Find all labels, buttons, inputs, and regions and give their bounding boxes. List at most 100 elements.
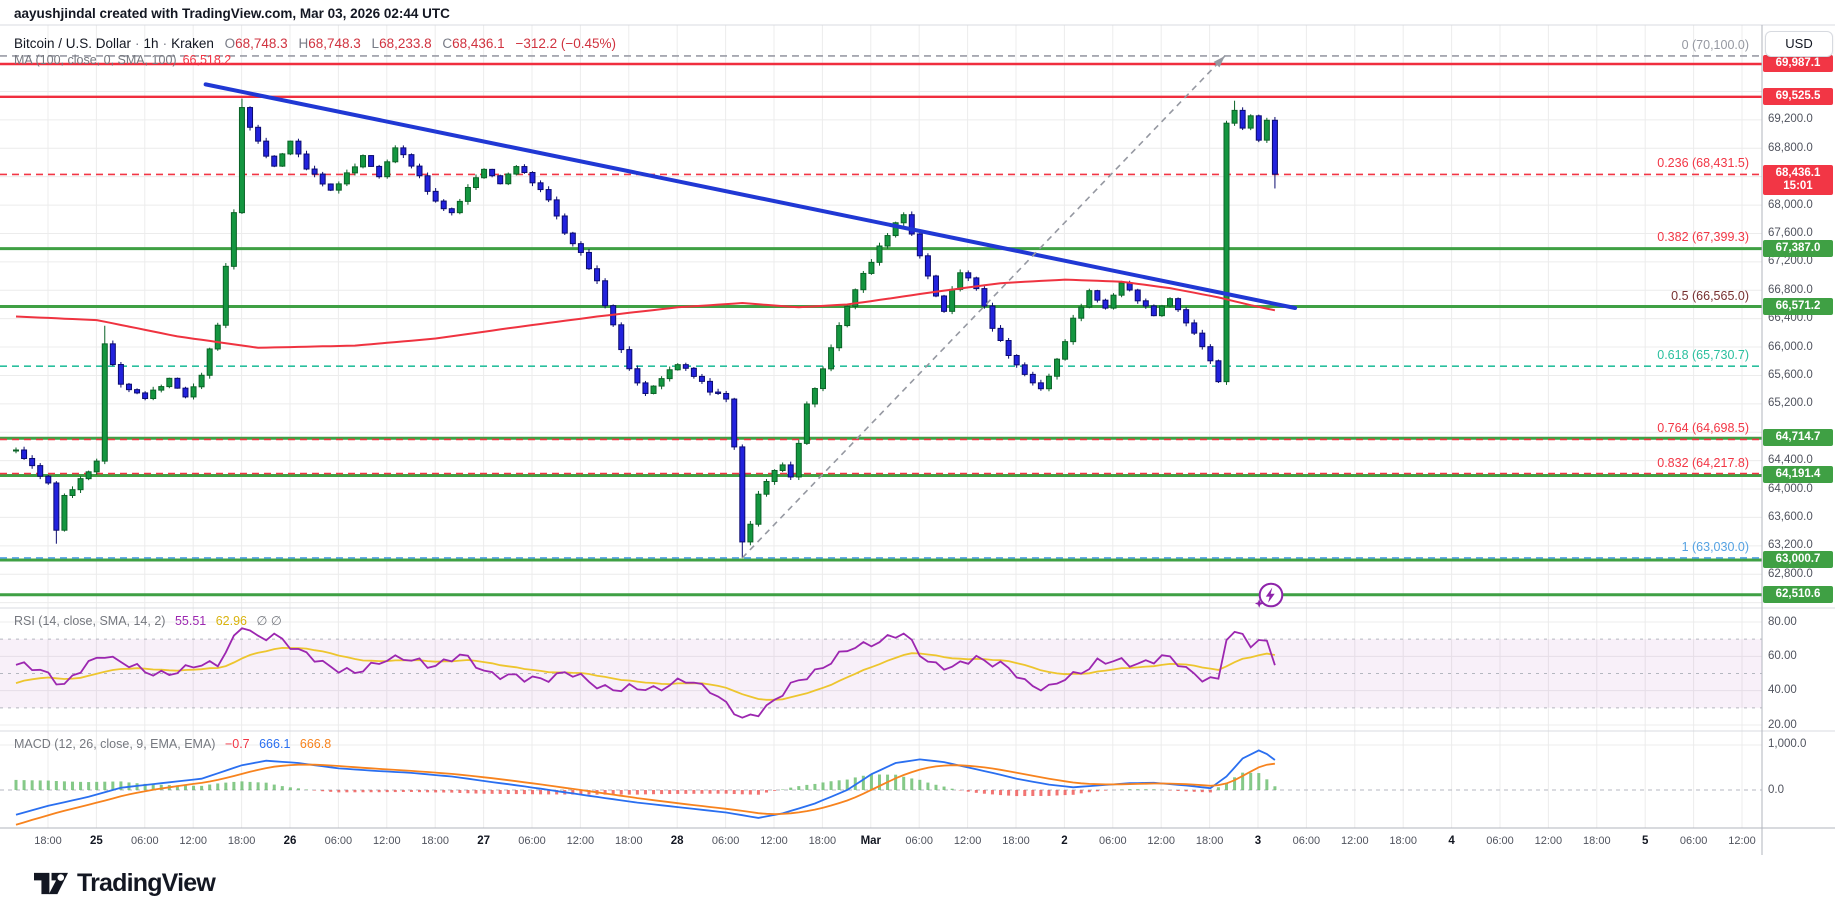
price-tick: 69,200.0 [1768, 113, 1813, 125]
price-level-badge: 67,387.0 [1763, 240, 1833, 257]
time-label-day: 26 [284, 835, 297, 847]
time-label-hour: 12:00 [760, 835, 788, 847]
fib-level-label: 0.764 (64,698.5) [1657, 421, 1749, 435]
time-label-day: Mar [861, 835, 881, 847]
time-label-day: 3 [1255, 835, 1261, 847]
separator-dot: · [135, 36, 140, 51]
macd-legend-label: MACD (12, 26, close, 9, EMA, EMA) [14, 737, 215, 751]
time-label-hour: 12:00 [954, 835, 982, 847]
time-label-hour: 06:00 [518, 835, 546, 847]
price-tick: 63,600.0 [1768, 511, 1813, 523]
ma-legend-label: MA (100, close, 0, SMA, 100) [14, 53, 177, 67]
tradingview-logo[interactable]: TradingView [34, 869, 215, 898]
symbol-info-row[interactable]: Bitcoin / U.S. Dollar·1h·Kraken O68,748.… [14, 36, 616, 51]
interval-label[interactable]: 1h [144, 36, 159, 51]
tradingview-logo-text: TradingView [77, 869, 215, 898]
time-label-hour: 06:00 [1099, 835, 1127, 847]
price-tick: 65,200.0 [1768, 397, 1813, 409]
support-resistance-lines[interactable] [0, 56, 1762, 595]
fib-level-label: 0.618 (65,730.7) [1657, 348, 1749, 362]
time-label-hour: 18:00 [1583, 835, 1611, 847]
time-label-hour: 06:00 [1486, 835, 1514, 847]
macd-legend-row[interactable]: MACD (12, 26, close, 9, EMA, EMA) −0.7 6… [14, 737, 331, 751]
time-label-hour: 12:00 [179, 835, 207, 847]
rsi-empty-values: ∅ ∅ [256, 614, 281, 628]
time-label-day: 27 [477, 835, 490, 847]
time-label-hour: 18:00 [421, 835, 449, 847]
attribution-text: aayushjindal created with TradingView.co… [14, 6, 450, 21]
time-label-day: 25 [90, 835, 103, 847]
descending-trendline[interactable] [206, 84, 1295, 308]
time-label-day: 4 [1448, 835, 1454, 847]
chart-canvas[interactable] [0, 0, 1835, 917]
low-label: L [372, 36, 380, 51]
macd-hist-value: −0.7 [225, 737, 250, 751]
fib-level-label: 0.5 (66,565.0) [1671, 289, 1749, 303]
rsi-tick: 40.00 [1768, 684, 1797, 696]
rsi-band [0, 639, 1762, 790]
rsi-value: 55.51 [175, 614, 206, 628]
rsi-legend-row[interactable]: RSI (14, close, SMA, 14, 2) 55.51 62.96 … [14, 613, 282, 628]
rsi-tick: 80.00 [1768, 616, 1797, 628]
high-label: H [298, 36, 308, 51]
macd-signal-value: 666.8 [300, 737, 331, 751]
price-tick: 63,200.0 [1768, 539, 1813, 551]
time-label-hour: 06:00 [131, 835, 159, 847]
price-level-badge: 69,987.1 [1763, 55, 1833, 72]
time-label-hour: 18:00 [1196, 835, 1224, 847]
macd-tick: 1,000.0 [1768, 738, 1806, 750]
fib-level-label: 0 (70,100.0) [1682, 38, 1749, 52]
time-label-hour: 06:00 [1680, 835, 1708, 847]
time-axis[interactable]: 18:00 25 06:00 12:00 18:00 26 06:00 12:00 18:00 2… [0, 828, 1835, 855]
price-tick: 65,600.0 [1768, 369, 1813, 381]
change-value: −312.2 (−0.45%) [515, 36, 616, 51]
price-tick: 67,200.0 [1768, 255, 1813, 267]
lightning-feature-icon[interactable] [1254, 581, 1288, 613]
time-label-hour: 18:00 [34, 835, 62, 847]
time-label-hour: 12:00 [1341, 835, 1369, 847]
price-tick: 66,800.0 [1768, 284, 1813, 296]
time-label-hour: 18:00 [1389, 835, 1417, 847]
tradingview-chart-window: aayushjindal created with TradingView.co… [0, 0, 1835, 917]
time-label-hour: 12:00 [1535, 835, 1563, 847]
time-label-day: 28 [671, 835, 684, 847]
fib-level-label: 0.382 (67,399.3) [1657, 230, 1749, 244]
rsi-legend-label: RSI (14, close, SMA, 14, 2) [14, 614, 165, 628]
price-tick: 68,000.0 [1768, 199, 1813, 211]
price-tick: 64,400.0 [1768, 454, 1813, 466]
symbol-name[interactable]: Bitcoin / U.S. Dollar [14, 36, 131, 51]
price-tick: 67,600.0 [1768, 227, 1813, 239]
time-label-day: 5 [1642, 835, 1648, 847]
time-label-hour: 06:00 [325, 835, 353, 847]
price-tick: 64,000.0 [1768, 483, 1813, 495]
open-label: O [225, 36, 236, 51]
macd-tick: 0.0 [1768, 784, 1784, 796]
time-label-hour: 06:00 [1293, 835, 1321, 847]
rsi-ma-value: 62.96 [216, 614, 247, 628]
price-level-badge: 66,571.2 [1763, 298, 1833, 315]
currency-selector-button[interactable]: USD [1765, 31, 1833, 57]
time-label-hour: 12:00 [373, 835, 401, 847]
time-label-hour: 12:00 [567, 835, 595, 847]
price-level-badge: 63,000.7 [1763, 551, 1833, 568]
ma-legend-row[interactable]: MA (100, close, 0, SMA, 100)66,518.2 [14, 53, 231, 67]
low-value: 68,233.8 [379, 36, 432, 51]
time-label-hour: 12:00 [1147, 835, 1175, 847]
fib-level-label: 0.832 (64,217.8) [1657, 456, 1749, 470]
fib-level-label: 0.236 (68,431.5) [1657, 156, 1749, 170]
time-label-hour: 18:00 [615, 835, 643, 847]
high-value: 68,748.3 [308, 36, 361, 51]
time-label-hour: 18:00 [228, 835, 256, 847]
tradingview-logo-icon [34, 872, 68, 895]
time-label-hour: 06:00 [905, 835, 933, 847]
close-value: 68,436.1 [452, 36, 505, 51]
price-level-badge: 64,191.4 [1763, 466, 1833, 483]
macd-value: 666.1 [259, 737, 290, 751]
time-label-hour: 18:00 [809, 835, 837, 847]
price-tick: 68,800.0 [1768, 142, 1813, 154]
exchange-label[interactable]: Kraken [171, 36, 214, 51]
time-label-hour: 12:00 [1728, 835, 1756, 847]
price-tick: 62,800.0 [1768, 568, 1813, 580]
price-level-badge: 64,714.7 [1763, 429, 1833, 446]
rsi-tick: 60.00 [1768, 650, 1797, 662]
